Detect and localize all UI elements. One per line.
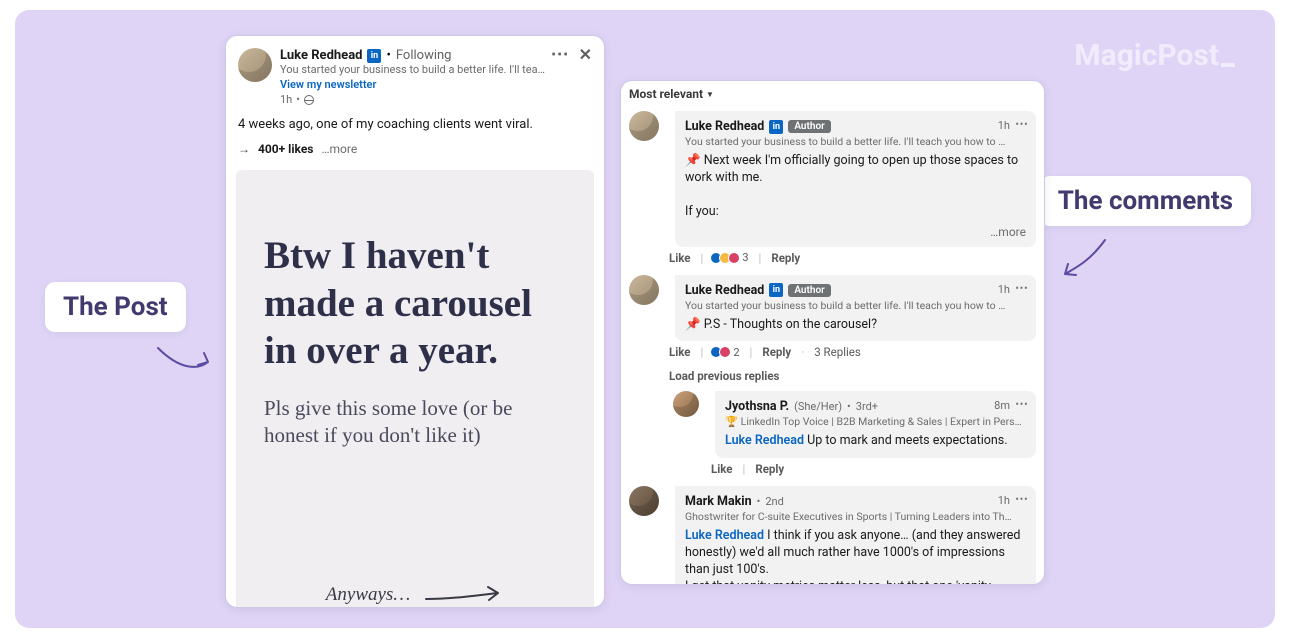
likes-count: 400+ likes [258,142,313,156]
linkedin-badge-icon: in [769,283,783,297]
callout-post-arrow [150,340,220,380]
comment-menu-icon[interactable]: ⋯ [1015,117,1028,132]
comments-card: Most relevant▼ Luke Redhead in Author 1h… [620,80,1045,585]
comment-body: Luke Redhead Up to mark and meets expect… [725,433,1026,450]
like-button[interactable]: Like [711,462,733,476]
love-icon [728,252,740,264]
avatar[interactable] [629,111,659,141]
comment-body: 📌 Next week I'm officially going to open… [685,153,1026,221]
comment-time: 8m [994,399,1010,412]
pin-icon: 📌 [685,317,701,332]
comment-author[interactable]: Mark Makin [685,494,752,509]
pin-icon: 📌 [685,153,701,168]
replies-count[interactable]: 3 Replies [814,345,861,359]
avatar[interactable] [238,48,272,82]
comment-author[interactable]: Luke Redhead [685,283,764,298]
mention[interactable]: Luke Redhead [685,528,764,543]
sort-dropdown[interactable]: Most relevant▼ [621,81,1044,107]
comment-author[interactable]: Luke Redhead [685,119,764,134]
view-newsletter-link[interactable]: View my newsletter [280,78,551,91]
comment: Luke Redhead in Author 1h ⋯ You started … [621,271,1044,342]
comment-byline: 🏆 LinkedIn Top Voice | B2B Marketing & S… [725,415,1026,428]
comment-byline: You started your business to build a bet… [685,299,1026,312]
post-age: 1h [280,93,292,106]
reply-button[interactable]: Reply [762,345,791,359]
reactions[interactable]: 3 [713,251,748,264]
chevron-down-icon: ▼ [706,90,714,99]
carousel-slide[interactable]: Btw I haven't made a carousel in over a … [236,170,594,608]
comment-menu-icon[interactable]: ⋯ [1015,397,1028,412]
comment: Luke Redhead in Author 1h ⋯ You started … [621,107,1044,247]
avatar[interactable] [673,391,699,417]
comment: Mark Makin • 2nd 1h ⋯ Ghostwriter for C-… [621,482,1044,585]
expand-more-link[interactable]: …more [321,142,357,156]
post-likes-row[interactable]: → 400+ likes …more [238,142,592,156]
brand-logo: MagicPost [1074,38,1235,73]
reply-button[interactable]: Reply [755,462,784,476]
load-previous-replies[interactable]: Load previous replies [621,365,1044,387]
post-author-name[interactable]: Luke Redhead [280,48,362,63]
like-button[interactable]: Like [669,251,691,265]
comment-time: 1h [998,283,1010,296]
post-body-text: 4 weeks ago, one of my coaching clients … [238,116,592,134]
linkedin-badge-icon: in [367,49,381,63]
post-menu-icon[interactable]: ⋯ [551,48,569,62]
avatar[interactable] [629,275,659,305]
comment-author[interactable]: Jyothsna P. [725,399,789,414]
callout-post: The Post [45,282,186,332]
arrow-right-icon [424,585,504,605]
comment-time: 1h [998,494,1010,507]
post-card: Luke Redhead in • Following You started … [225,35,605,608]
linkedin-badge-icon: in [769,120,783,134]
like-button[interactable]: Like [669,345,691,359]
post-byline: You started your business to build a bet… [280,63,551,76]
avatar[interactable] [629,486,659,516]
love-icon [719,346,731,358]
comment-body: Luke Redhead I think if you ask anyone… … [685,528,1026,585]
post-relation: Following [396,48,452,63]
comment-byline: You started your business to build a bet… [685,135,1026,148]
carousel-headline: Btw I haven't made a carousel in over a … [264,232,566,375]
globe-icon [304,95,314,105]
callout-comments-arrow [1055,234,1115,284]
mention[interactable]: Luke Redhead [725,433,804,448]
close-icon[interactable]: ✕ [579,48,592,62]
comment-reply: Jyothsna P. (She/Her) • 3rd+ 8m ⋯ 🏆 Link… [621,387,1044,458]
author-badge: Author [788,120,830,133]
comment-menu-icon[interactable]: ⋯ [1015,492,1028,507]
author-badge: Author [788,284,830,297]
callout-comments: The comments [1040,176,1251,226]
comment-time: 1h [998,119,1010,132]
comment-byline: Ghostwriter for C-suite Executives in Sp… [685,510,1026,523]
comment-body: 📌 P.S - Thoughts on the carousel? [685,317,1026,334]
carousel-subhead: Pls give this some love (or be honest if… [264,395,566,450]
dot: • [386,48,390,63]
expand-more-link[interactable]: …more [685,225,1026,239]
comment-menu-icon[interactable]: ⋯ [1015,281,1028,296]
carousel-anyways: Anyways… [326,584,410,606]
reply-button[interactable]: Reply [771,251,800,265]
reactions[interactable]: 2 [713,346,739,359]
